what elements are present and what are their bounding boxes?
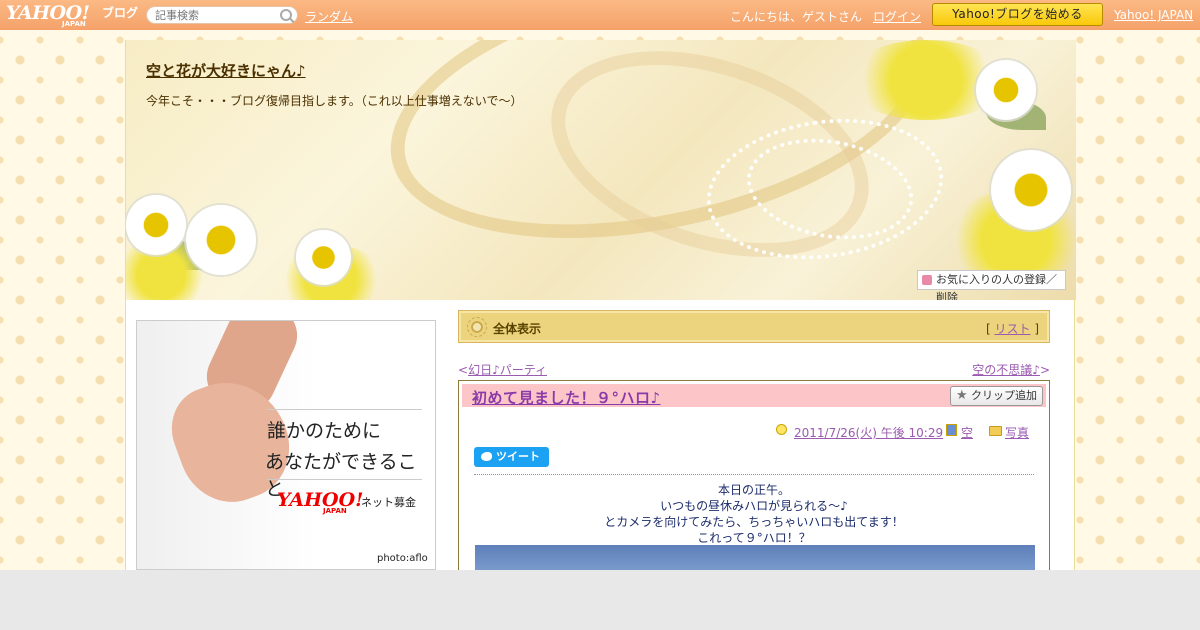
prev-article-nav: <幻日♪パーティ [458, 361, 547, 378]
ad-service-name: ネット募金 [361, 496, 416, 509]
search-input[interactable] [155, 7, 280, 23]
heart-icon [922, 275, 932, 285]
random-link[interactable]: ランダム [305, 8, 353, 25]
article-category-link[interactable]: 写真 [1005, 426, 1029, 440]
greeting-text: こんにちは、ゲストさん [730, 10, 863, 24]
article-date: 2011/7/26(火) 午後 10:29 [794, 424, 943, 441]
article-theme: 空 [961, 424, 973, 441]
blog-description: 今年こそ・・・ブログ復帰目指します。（これ以上仕事増えないで～） [146, 94, 523, 108]
favorite-register-label: お気に入りの人の登録／削除 [936, 273, 1057, 300]
top-navigation-bar: YAHOO! JAPAN ブログ ランダム こんにちは、ゲストさん ログイン Y… [0, 0, 1200, 30]
clock-icon [776, 424, 787, 435]
bracket-close: ] [1034, 322, 1039, 336]
ad-yahoo-logo: YAHOO! [277, 489, 364, 511]
yahoo-japan-link[interactable]: Yahoo! JAPAN [1114, 8, 1193, 22]
flower-icon [467, 317, 487, 337]
login-link[interactable]: ログイン [873, 8, 921, 25]
article-body-line: いつもの昼休みハロが見られる～♪ [660, 499, 848, 513]
article-body-line: 本日の正午。 [717, 483, 790, 497]
ad-divider [267, 409, 422, 410]
article: 初めて見ました！９°ハロ♪ ★ クリップ追加 2011/7/26(火) 午後 1… [458, 380, 1050, 570]
daisy-decoration [186, 205, 256, 275]
ad-headline-1: 誰かのために [267, 420, 382, 442]
clip-add-button[interactable]: ★ クリップ追加 [950, 386, 1043, 406]
prev-article-link[interactable]: 幻日♪パーティ [468, 363, 547, 377]
ad-photo-credit: photo:aflo [377, 553, 428, 564]
daisy-decoration [296, 230, 351, 285]
folder-icon [989, 426, 1002, 436]
clip-add-label: クリップ追加 [971, 389, 1037, 402]
favorite-register-button[interactable]: お気に入りの人の登録／削除 [917, 270, 1066, 300]
list-view-toggle: [ リスト ] [986, 320, 1039, 337]
article-theme-link[interactable]: 空 [961, 426, 973, 440]
search-icon[interactable] [280, 9, 292, 21]
category-bar: 全体表示 [ リスト ] [458, 310, 1050, 343]
article-title[interactable]: 初めて見ました！９°ハロ♪ [472, 387, 661, 408]
daisy-decoration [126, 195, 186, 255]
twitter-bird-icon [481, 452, 492, 461]
list-link[interactable]: リスト [994, 322, 1030, 336]
article-category: 写真 [1005, 424, 1029, 441]
article-date-link[interactable]: 2011/7/26(火) 午後 10:29 [794, 426, 943, 440]
tweet-label: ツイート [496, 450, 540, 463]
article-header: 初めて見ました！９°ハロ♪ ★ クリップ追加 [462, 384, 1046, 407]
yahoo-logo-sub: JAPAN [62, 20, 86, 28]
daisy-decoration [991, 150, 1071, 230]
daisy-decoration [976, 60, 1036, 120]
next-article-link[interactable]: 空の不思議♪ [972, 363, 1040, 377]
category-label: 全体表示 [493, 322, 542, 336]
article-divider [474, 474, 1034, 475]
blog-title[interactable]: 空と花が大好きにゃん♪ [146, 60, 306, 81]
theme-icon [946, 424, 957, 436]
ad-divider [267, 479, 422, 480]
article-body-line: これって９°ハロ！？ [697, 531, 811, 545]
article-body: 本日の正午。 いつもの昼休みハロが見られる～♪ とカメラを向けてみたら、ちっちゃ… [474, 482, 1034, 546]
star-icon: ★ [956, 388, 968, 403]
prev-arrow: < [458, 363, 469, 377]
article-photo[interactable] [475, 545, 1035, 570]
bracket-open: [ [985, 322, 991, 336]
blog-logo-label[interactable]: ブログ [102, 4, 138, 21]
next-article-nav: 空の不思議♪> [972, 361, 1050, 378]
start-blog-button[interactable]: Yahoo!ブログを始める [932, 3, 1103, 26]
search-box [146, 6, 298, 24]
page-bottom-strip [0, 570, 1200, 630]
donation-ad-banner[interactable]: 誰かのために あなたができること YAHOO! JAPAN ネット募金 phot… [136, 320, 436, 570]
blog-header: 空と花が大好きにゃん♪ 今年こそ・・・ブログ復帰目指します。（これ以上仕事増えな… [126, 40, 1076, 300]
article-body-line: とカメラを向けてみたら、ちっちゃいハロも出てます！ [604, 515, 904, 529]
ad-yahoo-logo-sub: JAPAN [323, 507, 347, 515]
tweet-button[interactable]: ツイート [474, 447, 549, 467]
next-arrow: > [1039, 363, 1050, 377]
